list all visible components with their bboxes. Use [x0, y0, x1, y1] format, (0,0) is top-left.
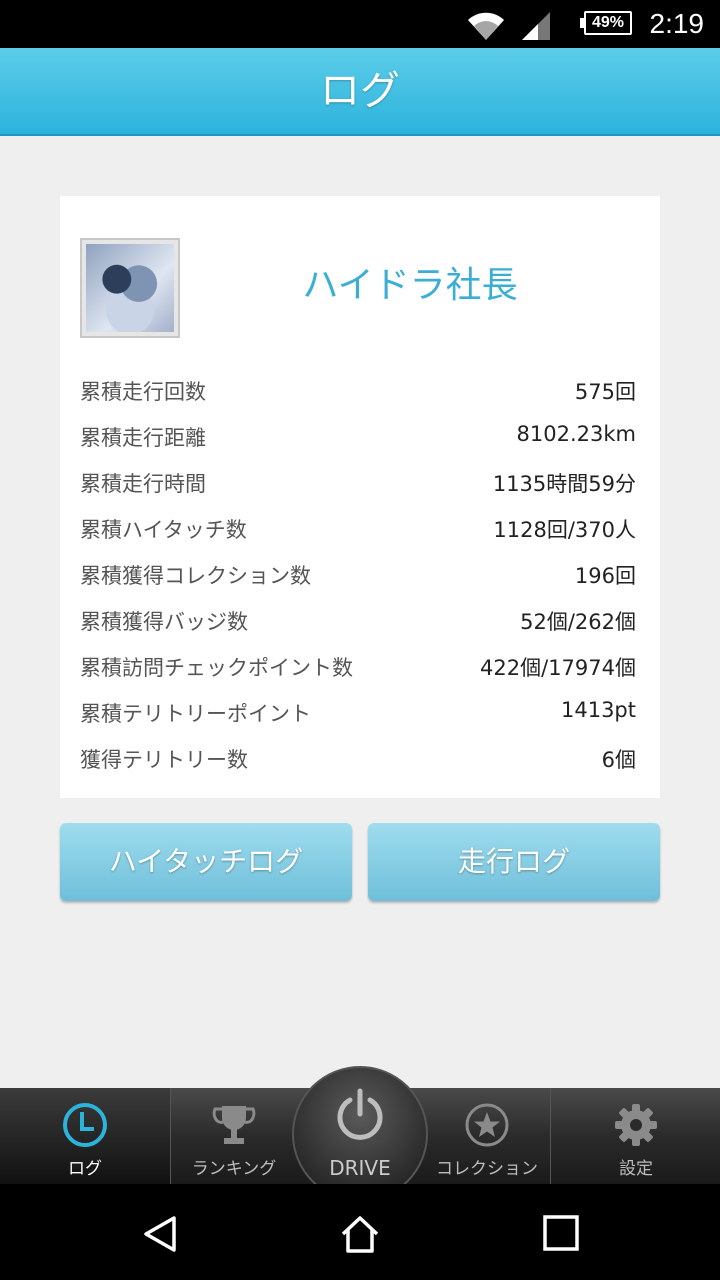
stat-label: 累積獲得コレクション数: [80, 564, 311, 588]
tab-settings[interactable]: 設定: [550, 1088, 720, 1184]
hitouch-log-button[interactable]: ハイタッチログ: [60, 823, 352, 901]
drive-label: DRIVE: [329, 1156, 391, 1180]
stat-row: 累積走行回数 575回: [80, 368, 636, 414]
tab-label: ログ: [68, 1159, 102, 1179]
stat-row: 累積獲得バッジ数 52個/262個: [80, 598, 636, 644]
drive-log-button[interactable]: 走行ログ: [368, 823, 660, 901]
stat-label: 獲得テリトリー数: [80, 748, 248, 772]
stat-label: 累積走行時間: [80, 472, 206, 496]
stat-value: 8102.23km: [516, 422, 636, 446]
stat-label: 累積走行回数: [80, 380, 206, 404]
stat-value: 1413pt: [560, 698, 636, 722]
tab-label: ランキング: [191, 1159, 277, 1179]
user-name: ハイドラ社長: [302, 265, 518, 306]
gear-icon: [613, 1102, 659, 1153]
stat-row: 累積走行距離 8102.23km: [80, 414, 636, 460]
stat-value: 1135時間59分: [492, 472, 636, 496]
avatar: [80, 238, 180, 338]
clock: 2:19: [649, 8, 705, 39]
tab-ranking[interactable]: ランキング: [170, 1088, 297, 1184]
stat-label: 累積訪問チェックポイント数: [80, 656, 353, 680]
back-icon[interactable]: [140, 1214, 180, 1254]
stat-label: 累積獲得バッジ数: [80, 610, 248, 634]
system-nav-bar: [0, 1184, 720, 1280]
power-icon: [333, 1088, 387, 1146]
home-icon[interactable]: [340, 1214, 380, 1254]
avatar-image: [86, 244, 174, 332]
stat-row: 累積走行時間 1135時間59分: [80, 460, 636, 506]
stats-list: 累積走行回数 575回 累積走行距離 8102.23km 累積走行時間 1135…: [80, 368, 636, 782]
stat-value: 422個/17974個: [480, 656, 636, 680]
trophy-icon: [211, 1102, 257, 1153]
stat-label: 累積走行距離: [80, 426, 206, 450]
stat-value: 6個: [601, 748, 636, 772]
signal-icon: [520, 10, 552, 46]
recent-apps-icon[interactable]: [542, 1214, 580, 1252]
stat-label: 累積ハイタッチ数: [80, 518, 247, 542]
tab-label: 設定: [619, 1159, 653, 1179]
tab-log[interactable]: ログ: [0, 1088, 170, 1184]
stat-row: 累積訪問チェックポイント数 422個/17974個: [80, 644, 636, 690]
star-icon: [464, 1102, 510, 1153]
status-bar: 49% 2:19: [0, 0, 720, 48]
tab-collection[interactable]: コレクション: [424, 1088, 550, 1184]
clock-icon: [62, 1102, 108, 1153]
drive-button[interactable]: DRIVE: [292, 1066, 428, 1202]
page-title: ログ: [0, 48, 720, 136]
stat-row: 累積ハイタッチ数 1128回/370人: [80, 506, 636, 552]
stat-row: 累積テリトリーポイント 1413pt: [80, 690, 636, 736]
wifi-icon: [466, 10, 506, 46]
battery-indicator: 49%: [580, 11, 632, 35]
stat-value: 52個/262個: [520, 610, 636, 634]
stat-value: 1128回/370人: [493, 518, 636, 542]
stat-row: 累積獲得コレクション数 196回: [80, 552, 636, 598]
profile-card: ハイドラ社長 累積走行回数 575回 累積走行距離 8102.23km 累積走行…: [60, 196, 660, 798]
stat-value: 575回: [574, 380, 636, 404]
stat-value: 196回: [574, 564, 636, 588]
stat-row: 獲得テリトリー数 6個: [80, 736, 636, 782]
tab-label: コレクション: [436, 1159, 538, 1179]
stat-label: 累積テリトリーポイント: [80, 702, 311, 726]
